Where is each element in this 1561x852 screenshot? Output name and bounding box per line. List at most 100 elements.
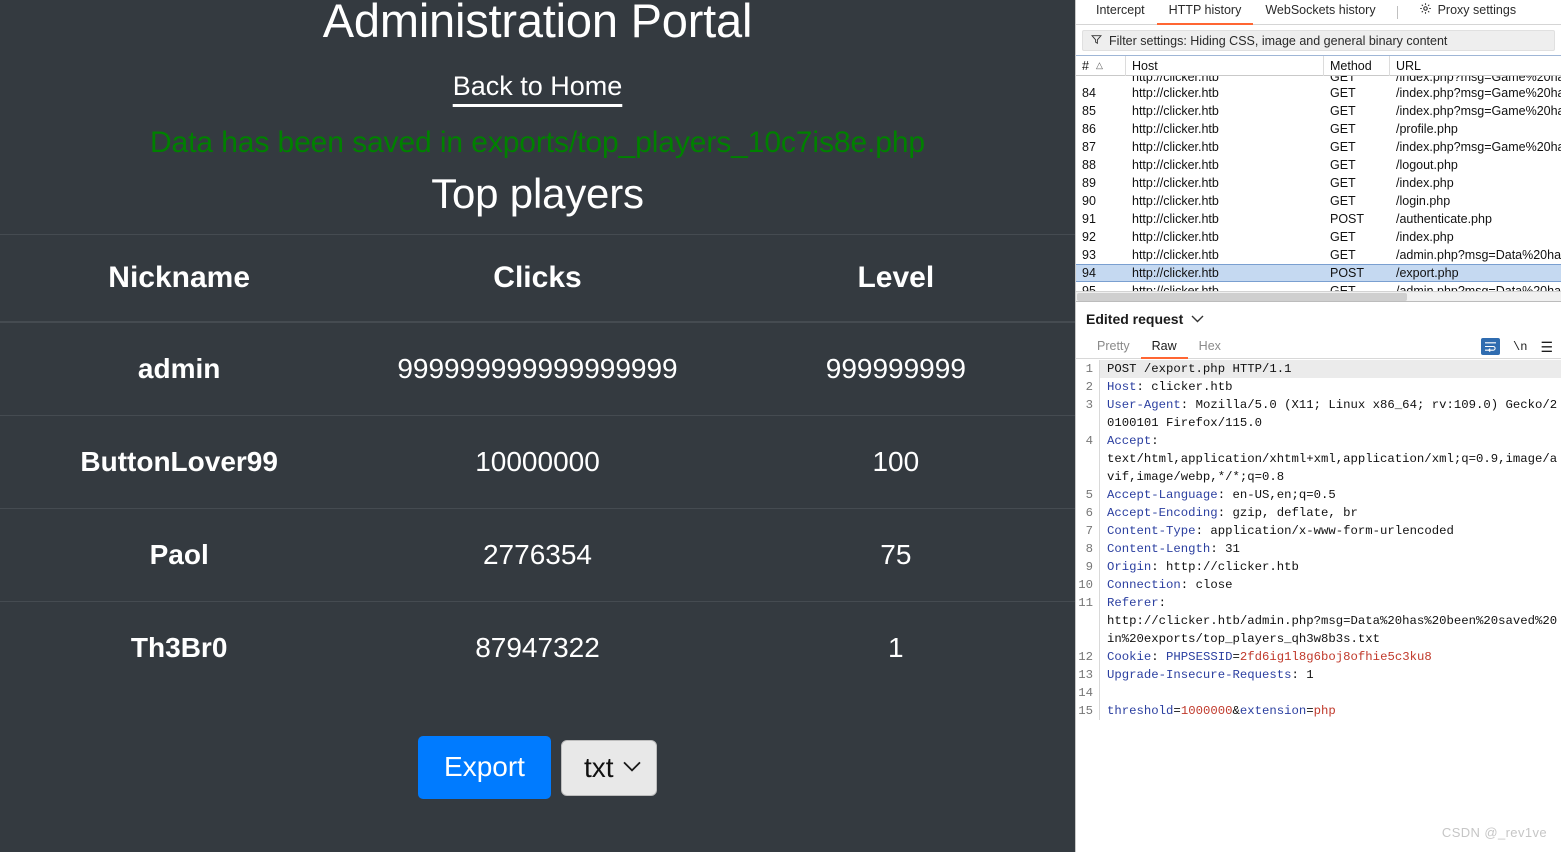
header-value: 1 <box>1306 668 1314 682</box>
list-item[interactable]: 91 http://clicker.htb POST /authenticate… <box>1076 210 1561 228</box>
tab-websockets-history[interactable]: WebSockets history <box>1253 0 1387 25</box>
list-item-selected[interactable]: 94 http://clicker.htb POST /export.php <box>1076 264 1561 282</box>
list-item[interactable]: 92 http://clicker.htb GET /index.php <box>1076 228 1561 246</box>
table-row: Paol 2776354 75 <box>0 508 1075 602</box>
history-method: GET <box>1330 104 1356 118</box>
request-line: 8 Content-Length: 31 <box>1076 540 1561 558</box>
history-url: /index.php?msg=Game%20ha <box>1396 86 1561 100</box>
header-key: Content-Length <box>1107 542 1211 556</box>
list-item[interactable]: 86 http://clicker.htb GET /profile.php <box>1076 120 1561 138</box>
top-players-table: Nickname Clicks Level admin 999999999999… <box>0 234 1075 695</box>
history-url: /index.php?msg=Game%20ha <box>1396 140 1561 154</box>
sort-ascending-icon: △ <box>1095 60 1103 70</box>
history-url: /index.php?msg=Game%20ha <box>1396 104 1561 118</box>
list-item[interactable]: 93 http://clicker.htb GET /admin.php?msg… <box>1076 246 1561 264</box>
tab-hex[interactable]: Hex <box>1188 335 1232 359</box>
chevron-down-icon[interactable] <box>1191 311 1204 326</box>
header-key: Cookie <box>1107 650 1152 664</box>
tab-raw[interactable]: Raw <box>1140 335 1188 359</box>
line-text: Upgrade-Insecure-Requests: 1 <box>1107 668 1314 682</box>
column-header-method[interactable]: Method <box>1324 55 1390 76</box>
history-url: /index.php <box>1396 176 1454 190</box>
history-url: /authenticate.php <box>1396 212 1492 226</box>
history-number: 87 <box>1082 140 1096 154</box>
word-wrap-icon[interactable] <box>1481 338 1501 355</box>
tab-intercept[interactable]: Intercept <box>1084 0 1157 25</box>
cookie-value: 2fd6ig1l8g6boj8ofhie5c3ku8 <box>1239 650 1432 664</box>
line-number: 6 <box>1076 504 1100 522</box>
filter-settings-bar[interactable]: Filter settings: Hiding CSS, image and g… <box>1082 30 1555 51</box>
history-method: GET <box>1330 284 1356 291</box>
back-to-home-link[interactable]: Back to Home <box>0 71 1075 102</box>
history-url: /logout.php <box>1396 158 1458 172</box>
http-history-table: # △ Host Method URL http://clicker.htb G… <box>1076 55 1561 301</box>
header-value: 31 <box>1225 542 1240 556</box>
player-level: 100 <box>716 415 1075 509</box>
column-header-clicks: Clicks <box>358 234 717 324</box>
history-host: http://clicker.htb <box>1132 122 1219 136</box>
line-number: 10 <box>1076 576 1100 594</box>
line-number: 5 <box>1076 486 1100 504</box>
history-number: 94 <box>1082 266 1096 280</box>
history-url: /admin.php?msg=Data%20ha <box>1396 284 1561 291</box>
column-header-host[interactable]: Host <box>1126 55 1324 76</box>
list-item[interactable]: 84 http://clicker.htb GET /index.php?msg… <box>1076 84 1561 102</box>
header-value: close <box>1195 578 1233 592</box>
header-key: Host <box>1107 380 1137 394</box>
tab-divider <box>1396 5 1398 19</box>
body-param-name: extension <box>1239 704 1307 718</box>
history-number: 90 <box>1082 194 1096 208</box>
line-text: Connection: close <box>1107 578 1233 592</box>
header-key: Connection <box>1107 578 1181 592</box>
raw-request-viewer[interactable]: 1 POST /export.php HTTP/1.1 2 Host: clic… <box>1076 359 1561 852</box>
column-header-url[interactable]: URL <box>1390 56 1561 76</box>
player-nickname: Paol <box>0 508 359 602</box>
line-text: Host: clicker.htb <box>1107 380 1233 394</box>
history-host: http://clicker.htb <box>1132 284 1219 291</box>
player-level: 1 <box>716 601 1075 695</box>
line-text: Referer: http://clicker.htb/admin.php?ms… <box>1107 596 1558 646</box>
export-button[interactable]: Export <box>418 736 551 800</box>
header-value: en-US,en;q=0.5 <box>1232 488 1336 502</box>
line-text: Accept-Encoding: gzip, deflate, br <box>1107 506 1358 520</box>
section-title: Top players <box>431 170 644 218</box>
export-format-select[interactable]: txt <box>560 739 657 797</box>
line-number: 7 <box>1076 522 1100 540</box>
line-number: 15 <box>1076 702 1100 720</box>
history-url: /login.php <box>1396 194 1451 208</box>
history-number: 91 <box>1082 212 1096 226</box>
header-key: Content-Type <box>1107 524 1196 538</box>
request-line: 1 POST /export.php HTTP/1.1 <box>1076 360 1561 378</box>
column-header-number[interactable]: # △ <box>1076 55 1126 76</box>
list-item[interactable]: 89 http://clicker.htb GET /index.php <box>1076 174 1561 192</box>
line-text: Accept-Language: en-US,en;q=0.5 <box>1107 488 1336 502</box>
history-host: http://clicker.htb <box>1132 176 1219 190</box>
list-item[interactable]: 90 http://clicker.htb GET /login.php <box>1076 192 1561 210</box>
edited-request-header[interactable]: Edited request <box>1076 301 1561 335</box>
tab-http-history[interactable]: HTTP history <box>1156 0 1254 25</box>
player-nickname: ButtonLover99 <box>0 415 359 509</box>
list-item[interactable]: 88 http://clicker.htb GET /logout.php <box>1076 156 1561 174</box>
list-item[interactable]: http://clicker.htb GET /index.php?msg=Ga… <box>1076 76 1561 84</box>
tab-pretty[interactable]: Pretty <box>1086 335 1141 359</box>
hamburger-menu-icon[interactable]: ☰ <box>1540 340 1553 354</box>
history-host: http://clicker.htb <box>1132 194 1219 208</box>
watermark: CSDN @_rev1ve <box>1441 825 1547 840</box>
history-horizontal-scrollbar[interactable] <box>1076 291 1561 301</box>
history-host: http://clicker.htb <box>1132 266 1219 280</box>
history-rows[interactable]: http://clicker.htb GET /index.php?msg=Ga… <box>1076 76 1561 291</box>
list-item[interactable]: 87 http://clicker.htb GET /index.php?msg… <box>1076 138 1561 156</box>
show-newlines-icon[interactable]: \n <box>1513 340 1527 354</box>
export-format-wrapper: txt <box>560 739 657 797</box>
list-item[interactable]: 95 http://clicker.htb GET /admin.php?msg… <box>1076 282 1561 291</box>
player-clicks: 10000000 <box>358 415 717 509</box>
scrollbar-thumb[interactable] <box>1077 293 1407 301</box>
proxy-tab-bar: Intercept HTTP history WebSockets histor… <box>1076 0 1561 25</box>
tab-proxy-settings[interactable]: Proxy settings <box>1407 0 1529 25</box>
history-url: /profile.php <box>1396 122 1458 136</box>
request-line: 10 Connection: close <box>1076 576 1561 594</box>
list-item[interactable]: 85 http://clicker.htb GET /index.php?msg… <box>1076 102 1561 120</box>
history-number: 84 <box>1082 86 1096 100</box>
header-value: http://clicker.htb/admin.php?msg=Data%20… <box>1107 614 1558 646</box>
history-method: GET <box>1330 176 1356 190</box>
